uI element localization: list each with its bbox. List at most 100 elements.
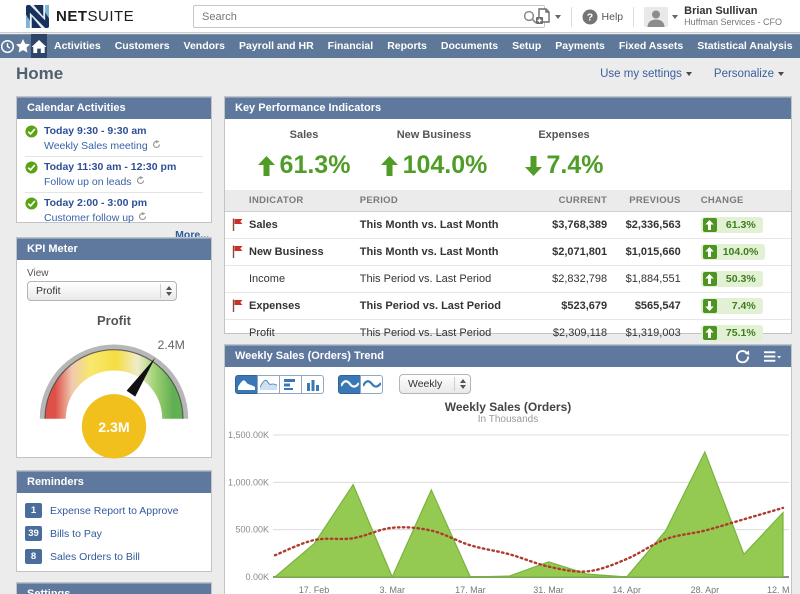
nav-item-documents[interactable]: Documents [434, 34, 505, 58]
reminder-count-badge: 39 [25, 526, 42, 541]
nav-item-fixed-assets[interactable]: Fixed Assets [612, 34, 690, 58]
recurring-icon [136, 176, 145, 185]
reminders-panel-header: Reminders [17, 471, 211, 493]
trend-period-select[interactable]: Weekly [399, 374, 471, 394]
reminder-count-badge: 1 [25, 503, 42, 518]
refresh-icon[interactable] [735, 349, 750, 364]
reminder-link[interactable]: Sales Orders to Bill [50, 551, 140, 563]
top-header: NETSUITE ? [0, 0, 800, 33]
chart-type-hbar-button[interactable] [279, 375, 302, 394]
trend-panel-header: Weekly Sales (Orders) Trend [225, 345, 791, 367]
chart-title: Weekly Sales (Orders) [225, 400, 791, 414]
x-tick-label: 12. May [767, 585, 789, 594]
x-tick-label: 17. Feb [299, 585, 330, 594]
kpi-col-header: CHANGE [685, 190, 791, 212]
netsuite-dashboard: NETSUITE ? [0, 0, 800, 594]
reminder-link[interactable]: Bills to Pay [50, 528, 102, 540]
recent-records-button[interactable] [0, 34, 15, 58]
calendar-event-time: Today 9:30 - 9:30 am [44, 125, 161, 138]
user-menu[interactable]: Brian Sullivan Huffman Services - CFO [634, 6, 792, 28]
calendar-activities-panel: Calendar Activities Today 9:30 - 9:30 am… [16, 96, 212, 223]
nav-item-financial[interactable]: Financial [321, 34, 381, 58]
home-icon [31, 39, 47, 54]
netsuite-logo[interactable]: NETSUITE [26, 5, 134, 28]
settings-panel: Settings [16, 582, 212, 594]
kpi-summary-percent: 7.4% [547, 151, 604, 180]
create-new-button[interactable] [525, 8, 571, 25]
home-button[interactable] [31, 34, 47, 58]
nav-item-vendors[interactable]: Vendors [177, 34, 232, 58]
recurring-icon [138, 212, 147, 221]
reminders-panel: Reminders 1 Expense Report to Approve 39 Bi… [16, 470, 212, 572]
calendar-event-link[interactable]: Customer follow up [44, 212, 134, 224]
view-label: View [27, 268, 201, 279]
top-tools: ? Help Brian Sullivan Huffman Services -… [525, 0, 792, 33]
use-my-settings-link[interactable]: Use my settings [600, 68, 692, 80]
change-percent: 75.1% [726, 327, 756, 339]
search-input[interactable] [194, 11, 516, 23]
page-bar: Home Use my settings Personalize [0, 58, 800, 90]
x-tick-label: 3. Mar [379, 585, 405, 594]
calendar-events-list: Today 9:30 - 9:30 am Weekly Sales meeting… [17, 119, 211, 228]
calendar-event-link[interactable]: Weekly Sales meeting [44, 140, 148, 152]
help-label: Help [602, 11, 624, 23]
chart-type-area-button[interactable] [235, 375, 258, 394]
svg-text:?: ? [586, 11, 592, 23]
kpi-col-header: INDICATOR [225, 190, 356, 212]
nav-item-setup[interactable]: Setup [505, 34, 548, 58]
y-tick-label: 0.00K [245, 572, 269, 582]
nav-item-activities[interactable]: Activities [47, 34, 108, 58]
kpi-table-row: ProfitThis Period vs. Last Period$2,309,… [225, 320, 791, 347]
kpi-table: INDICATORPERIODCURRENTPREVIOUSCHANGE Sal… [225, 190, 791, 346]
nav-item-payments[interactable]: Payments [548, 34, 612, 58]
kpi-view-select[interactable]: Profit [27, 281, 177, 301]
user-role: Huffman Services - CFO [684, 17, 782, 28]
panel-title: Reminders [27, 476, 84, 488]
panel-title: Weekly Sales (Orders) Trend [235, 350, 384, 362]
kpi-col-header: PREVIOUS [611, 190, 685, 212]
recurring-icon [152, 140, 161, 149]
kpi-summary-expenses: Expenses7.4% [499, 129, 629, 180]
nav-menu: ActivitiesCustomersVendorsPayroll and HR… [47, 34, 800, 58]
change-badge: 75.1% [701, 325, 763, 341]
main-nav: ActivitiesCustomersVendorsPayroll and HR… [0, 34, 800, 58]
kpi-panel-header: Key Performance Indicators [225, 97, 791, 119]
kpi-summary-label: Sales [239, 129, 369, 141]
reminder-link[interactable]: Expense Report to Approve [50, 505, 178, 517]
calendar-event-text: Today 11:30 am - 12:30 pmFollow up on le… [44, 161, 176, 189]
page-links: Use my settings Personalize [600, 68, 784, 80]
user-info: Brian Sullivan Huffman Services - CFO [682, 6, 782, 28]
nav-item-payroll-and-hr[interactable]: Payroll and HR [232, 34, 321, 58]
x-tick-label: 28. Apr [691, 585, 720, 594]
nav-item-reports[interactable]: Reports [380, 34, 434, 58]
kpi-summary-new-business: New Business104.0% [369, 129, 499, 180]
calendar-event-link-row: Customer follow up [44, 210, 147, 225]
personalize-link[interactable]: Personalize [714, 68, 784, 80]
clock-icon [0, 39, 15, 54]
change-percent: 50.3% [726, 273, 756, 285]
reminder-item[interactable]: 8Sales Orders to Bill [25, 545, 203, 568]
reminder-item[interactable]: 39 Bills to Pay [25, 522, 203, 545]
reminder-item[interactable]: 1 Expense Report to Approve [25, 499, 203, 522]
chart-type-column-button[interactable] [301, 375, 324, 394]
nav-item-statistical-analysis[interactable]: Statistical Analysis [690, 34, 799, 58]
shortcuts-button[interactable] [15, 34, 31, 58]
settings-panel-header: Settings [17, 583, 211, 594]
kpi-previous-cell: $2,336,563 [611, 212, 685, 239]
kpi-indicator-cell: Sales [225, 212, 356, 239]
kpi-indicator-cell: Expenses [225, 293, 356, 320]
kpi-summary-percent: 61.3% [280, 151, 351, 180]
netsuite-logo-text: NETSUITE [56, 8, 134, 25]
panel-menu-icon[interactable] [764, 350, 781, 363]
trend-period-value: Weekly [400, 378, 454, 390]
help-button[interactable]: ? Help [572, 9, 634, 25]
trend-smooth-button[interactable] [338, 375, 361, 394]
trend-wave-button[interactable] [360, 375, 383, 394]
chart-type-line-button[interactable] [257, 375, 280, 394]
panel-title: Calendar Activities [27, 102, 126, 114]
nav-item-customers[interactable]: Customers [108, 34, 177, 58]
kpi-summary-label: New Business [369, 129, 499, 141]
y-tick-label: 1,500.00K [228, 430, 269, 440]
calendar-event-link[interactable]: Follow up on leads [44, 176, 132, 188]
kpi-summary-sales: Sales 61.3% [239, 129, 369, 180]
